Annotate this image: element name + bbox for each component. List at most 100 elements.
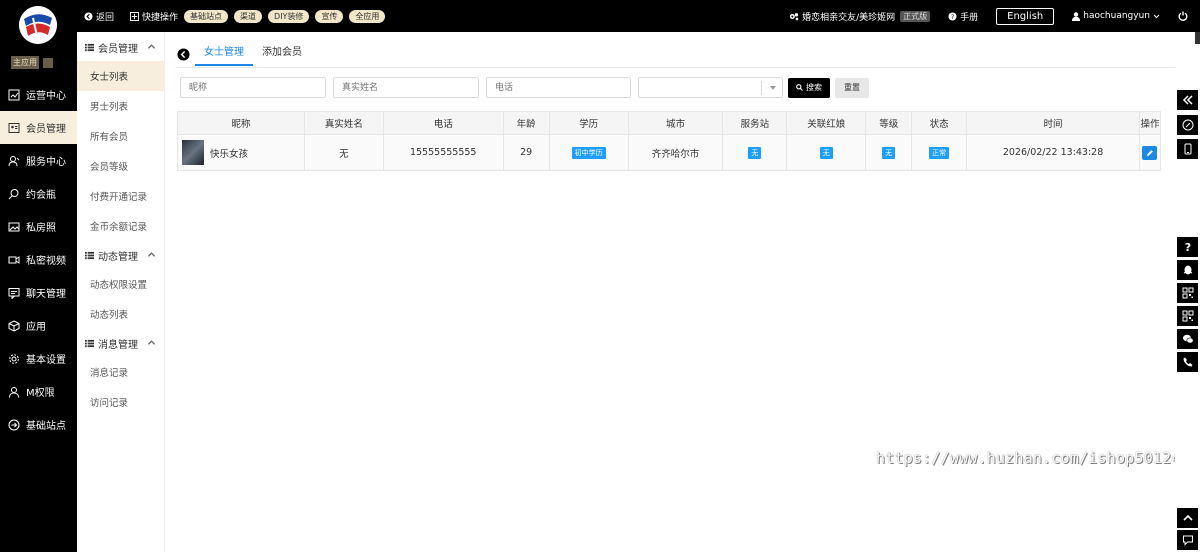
qq-icon: [1183, 265, 1192, 275]
chevron-down-icon: [1153, 14, 1160, 18]
question-icon: ?: [1184, 241, 1190, 253]
chevron-up-icon: [147, 252, 156, 257]
rail-qrcode-button[interactable]: [1177, 283, 1198, 303]
cell-city: 齐齐哈尔市: [627, 134, 724, 171]
cell-phone: 15555555555: [382, 134, 504, 171]
nav-label: 基本设置: [26, 355, 66, 366]
nav-settings[interactable]: 基本设置: [0, 342, 77, 375]
reset-button[interactable]: 重置: [835, 77, 869, 98]
rail-link-button[interactable]: [1177, 115, 1198, 135]
table-row[interactable]: 快乐女孩 无 15555555555 29 初中学历 齐齐哈尔市 无 无 无 正…: [177, 134, 1162, 171]
user-icon: [9, 386, 19, 398]
pencil-icon: [1146, 149, 1153, 156]
pill-diy[interactable]: DIY装修: [268, 9, 310, 23]
user-icon: [1072, 11, 1081, 21]
submenu-group-label: 动态管理: [98, 251, 138, 263]
phone-input[interactable]: [486, 77, 631, 98]
cell-nickname: 快乐女孩: [177, 134, 305, 171]
submenu-group-messages[interactable]: 消息管理: [77, 329, 164, 357]
submenu-item-male-list[interactable]: 男士列表: [77, 91, 164, 121]
col-matchmaker: 关联红娘: [786, 111, 867, 135]
tab-divider: [177, 67, 1175, 68]
nav-chat[interactable]: 聊天管理: [0, 276, 77, 309]
avatar[interactable]: [182, 140, 204, 165]
rail-mobile-button[interactable]: [1177, 139, 1198, 159]
tab-female-management[interactable]: 女士管理: [195, 42, 253, 66]
pill-all-apps[interactable]: 全应用: [349, 9, 386, 23]
site-switcher[interactable]: 婚恋相亲交友/美珍姬网 正式版: [789, 10, 931, 23]
pill-base-site[interactable]: 基础站点: [184, 9, 229, 23]
select-divider: [761, 81, 762, 95]
rail-help-button[interactable]: ?: [1177, 237, 1198, 257]
submenu-item-visit-records[interactable]: 访问记录: [77, 387, 164, 417]
manual-link[interactable]: ? 手册: [948, 10, 978, 23]
submenu-item-moment-permissions[interactable]: 动态权限设置: [77, 269, 164, 299]
comment-icon: [1182, 535, 1193, 546]
service-icon: [8, 155, 20, 166]
col-city: 城市: [627, 111, 724, 135]
cell-education: 初中学历: [548, 134, 629, 171]
power-button[interactable]: [1178, 11, 1188, 21]
filter-select[interactable]: [638, 77, 783, 98]
power-icon: [1178, 11, 1188, 21]
member-icon: [8, 122, 20, 133]
rail-phone-button[interactable]: [1177, 352, 1198, 372]
collapse-rail-button[interactable]: [1177, 90, 1198, 110]
chevron-up-icon: [147, 340, 156, 345]
pill-promo[interactable]: 宣传: [315, 9, 344, 23]
rail-qrcode2-button[interactable]: [1177, 306, 1198, 326]
nav-label: 聊天管理: [26, 289, 66, 300]
nav-operations[interactable]: 运营中心: [0, 78, 77, 111]
col-status: 状态: [911, 111, 968, 135]
submenu-item-message-records[interactable]: 消息记录: [77, 357, 164, 387]
col-realname: 真实姓名: [303, 111, 384, 135]
rail-qq-button[interactable]: [1177, 260, 1198, 280]
nav-private-videos[interactable]: 私密视频: [0, 243, 77, 276]
submenu-item-all-members[interactable]: 所有会员: [77, 121, 164, 151]
nav-base-site[interactable]: 基础站点: [0, 408, 77, 441]
nav-service[interactable]: 服务中心: [0, 144, 77, 177]
user-menu[interactable]: haochuangyun: [1072, 11, 1160, 21]
submenu-group-members[interactable]: 会员管理: [77, 33, 164, 61]
realname-input[interactable]: [333, 77, 479, 98]
cell-actions: [1138, 134, 1162, 171]
list-icon: [85, 339, 94, 347]
member-table: 昵称 真实姓名 电话 年龄 学历 城市 服务站 关联红娘 等级 状态 时间 操作…: [177, 111, 1162, 171]
search-label: 搜索: [806, 83, 822, 92]
qrcode-icon: [1182, 310, 1193, 322]
nav-date-bottle[interactable]: 约会瓶: [0, 177, 77, 210]
mobile-icon: [1184, 143, 1191, 155]
app-tag[interactable]: 主应用: [11, 56, 53, 69]
status-badge: 正常: [929, 146, 950, 159]
submenu-item-moment-list[interactable]: 动态列表: [77, 299, 164, 329]
rail-scroll-top-button[interactable]: [1177, 508, 1198, 528]
search-button[interactable]: 搜索: [788, 77, 830, 98]
submenu-item-payment-records[interactable]: 付费开通记录: [77, 181, 164, 211]
submenu-item-member-levels[interactable]: 会员等级: [77, 151, 164, 181]
nickname-input[interactable]: [180, 77, 326, 98]
svg-text:?: ?: [951, 13, 954, 20]
pill-channel[interactable]: 渠道: [234, 9, 263, 23]
nav-members[interactable]: 会员管理: [0, 111, 77, 144]
cell-matchmaker: 无: [786, 134, 867, 171]
nav-apps[interactable]: 应用: [0, 309, 77, 342]
scrollbar-thumb[interactable]: [1195, 32, 1200, 44]
rail-wechat-button[interactable]: [1177, 329, 1198, 349]
col-phone: 电话: [382, 111, 504, 135]
logo[interactable]: [19, 6, 57, 44]
main-nav: 运营中心 会员管理 服务中心 约会瓶 私房照 私密视频 聊天管理 应用 基本设置…: [0, 78, 77, 441]
back-label: 返回: [96, 12, 115, 23]
language-button[interactable]: English: [996, 7, 1055, 25]
submenu-group-moments[interactable]: 动态管理: [77, 241, 164, 269]
back-button[interactable]: 返回: [84, 10, 114, 23]
submenu-item-coin-records[interactable]: 金币余额记录: [77, 211, 164, 241]
nav-label: 应用: [26, 322, 46, 333]
nav-permissions[interactable]: M权限: [0, 375, 77, 408]
edit-button[interactable]: [1142, 145, 1158, 160]
submenu-item-female-list[interactable]: 女士列表: [77, 61, 164, 91]
nav-private-photos[interactable]: 私房照: [0, 210, 77, 243]
quick-ops-button[interactable]: 快捷操作: [130, 10, 178, 23]
back-circle-icon[interactable]: [177, 47, 190, 61]
tab-add-member[interactable]: 添加会员: [253, 42, 311, 66]
rail-comment-button[interactable]: [1177, 530, 1198, 550]
